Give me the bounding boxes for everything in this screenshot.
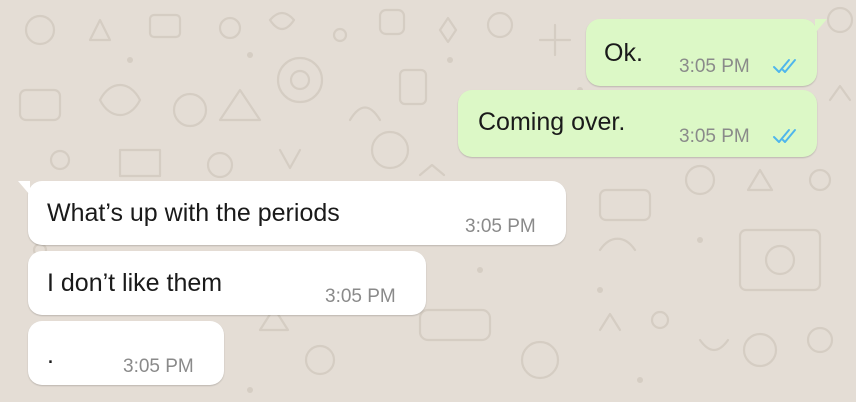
message-timestamp: 3:05 PM (679, 126, 750, 147)
incoming-message[interactable]: I don’t like them 3:05 PM (28, 251, 426, 315)
message-text: Ok. (604, 39, 643, 67)
message-text: . (47, 341, 54, 369)
read-double-check-icon (773, 59, 796, 73)
message-timestamp: 3:05 PM (325, 286, 396, 307)
message-timestamp: 3:05 PM (123, 356, 194, 377)
incoming-message[interactable]: . 3:05 PM (28, 321, 224, 385)
bubble-tail (18, 181, 30, 195)
message-text: Coming over. (478, 108, 626, 136)
outgoing-message[interactable]: Coming over. 3:05 PM (458, 90, 817, 157)
incoming-message[interactable]: What’s up with the periods 3:05 PM (18, 181, 566, 245)
message-timestamp: 3:05 PM (679, 56, 750, 77)
message-text: What’s up with the periods (47, 199, 340, 227)
message-text: I don’t like them (47, 269, 223, 297)
message-timestamp: 3:05 PM (465, 216, 536, 237)
outgoing-message[interactable]: Ok. 3:05 PM (586, 19, 827, 86)
bubble-tail (815, 19, 827, 33)
read-double-check-icon (773, 129, 796, 143)
